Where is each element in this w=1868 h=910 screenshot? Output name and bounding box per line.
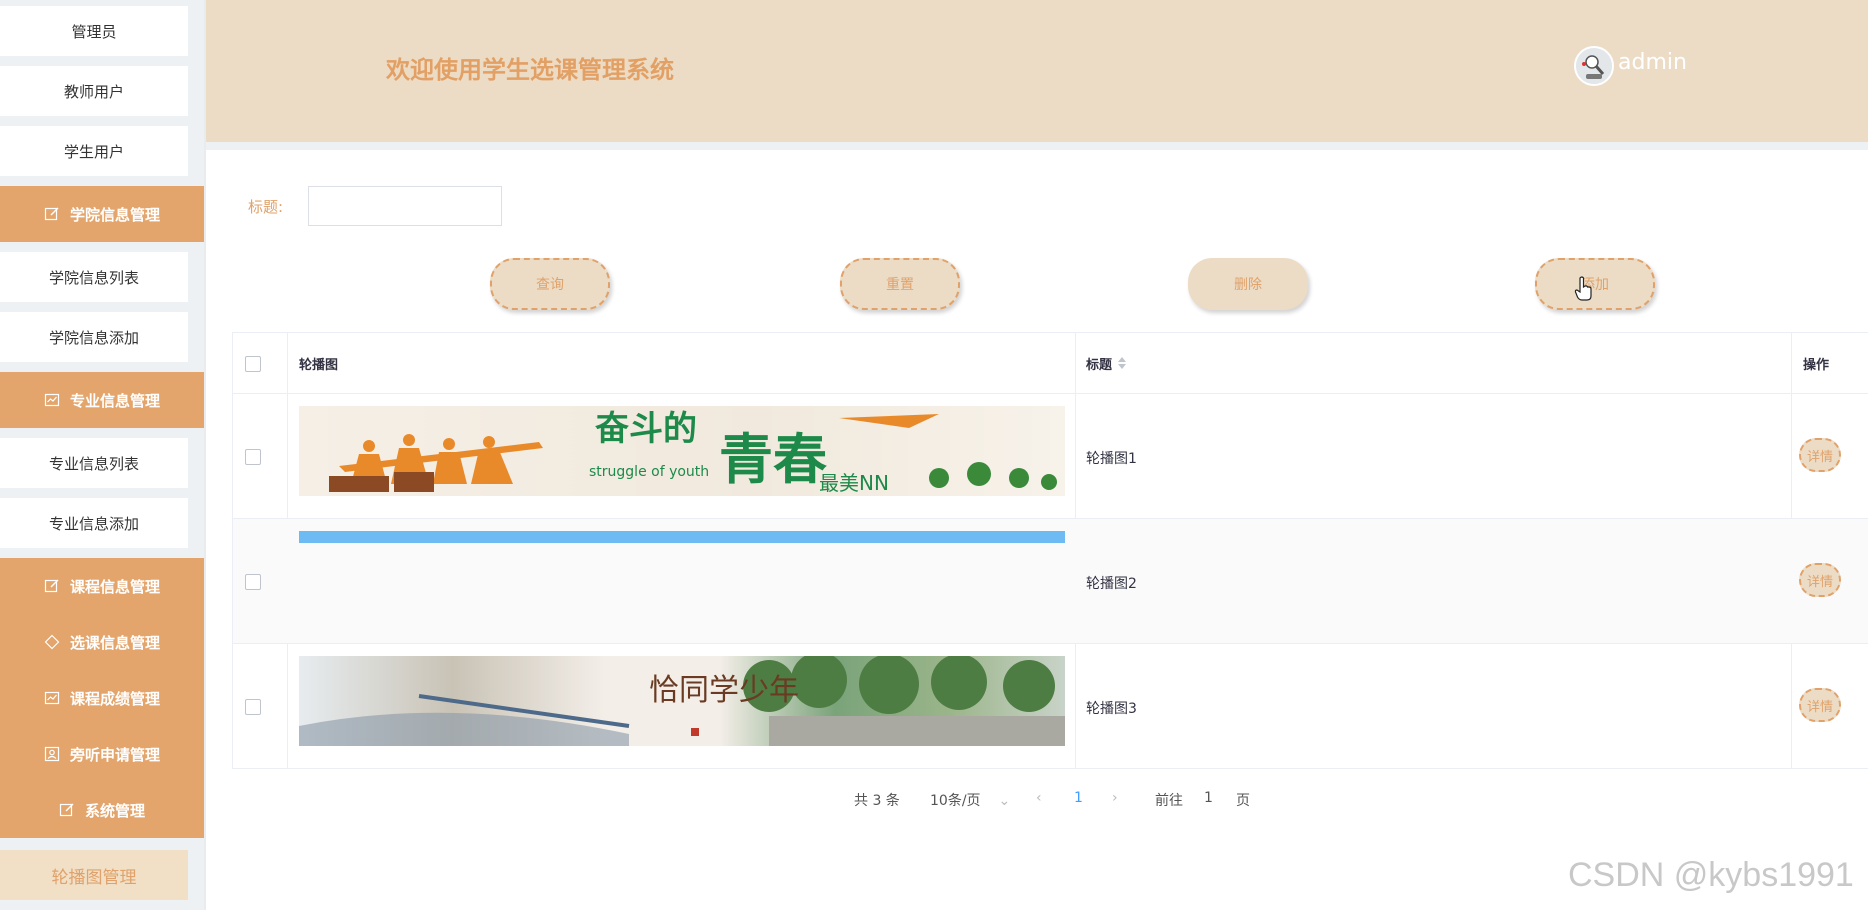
sidebar-item-label: 专业信息添加 [48, 514, 139, 533]
sidebar-section-system[interactable]: 系统管理 [0, 782, 204, 838]
banner-1-subheading: 最美NN [819, 471, 889, 495]
reset-button[interactable]: 重置 [840, 258, 960, 310]
sidebar-section-course-grades[interactable]: 课程成绩管理 [0, 670, 204, 726]
detail-button-label: 详情 [1806, 574, 1833, 590]
query-button[interactable]: 查询 [490, 258, 610, 310]
banner-1-heading-large: 青春 [719, 428, 827, 491]
watermark: CSDN @kybs1991 [1568, 856, 1854, 894]
sidebar-item-carousel[interactable]: 轮播图管理 [0, 850, 188, 900]
detail-button[interactable]: 详情 [1799, 688, 1841, 722]
page-title: 欢迎使用学生选课管理系统 [386, 56, 674, 84]
pagination-total: 共 3 条 [854, 793, 900, 809]
column-header-label: 轮播图 [299, 357, 339, 373]
table-row: 奋斗的 青春 最美NN struggle of youth 轮播图1 详情 [233, 393, 1868, 518]
sidebar-item-label: 轮播图管理 [51, 867, 137, 888]
sidebar-item-major-list[interactable]: 专业信息列表 [0, 438, 188, 488]
sidebar-section-label: 学院信息管理 [69, 205, 160, 224]
sidebar-item-label: 管理员 [71, 22, 117, 41]
row-title: 轮播图3 [1086, 701, 1137, 717]
goto-label: 前往 [1155, 793, 1183, 809]
query-button-label: 查询 [536, 277, 564, 293]
page-size-select[interactable]: 10条/页 ⌄ [930, 790, 1010, 810]
sidebar-section-label: 系统管理 [84, 801, 145, 820]
sidebar-section-label: 课程信息管理 [69, 577, 160, 596]
reset-button-label: 重置 [886, 277, 914, 293]
header-divider [206, 142, 1868, 150]
page-unit-label: 页 [1236, 793, 1250, 809]
row-title: 轮播图1 [1086, 451, 1137, 467]
sidebar-item-label: 学院信息列表 [48, 268, 139, 287]
sidebar-item-college-add[interactable]: 学院信息添加 [0, 312, 188, 362]
chart-icon [44, 392, 60, 408]
tag-icon [44, 634, 60, 650]
chevron-down-icon: ⌄ [998, 793, 1011, 809]
sidebar-item-teacher-users[interactable]: 教师用户 [0, 66, 188, 116]
column-header-label: 操作 [1803, 357, 1830, 373]
carousel-image-1: 奋斗的 青春 最美NN struggle of youth [299, 406, 1065, 496]
column-header-title[interactable]: 标题 [1086, 333, 1127, 393]
detail-button[interactable]: 详情 [1799, 438, 1841, 472]
sidebar-section-label: 专业信息管理 [69, 391, 160, 410]
avatar[interactable] [1574, 46, 1614, 86]
detail-button-label: 详情 [1806, 699, 1833, 715]
edit-icon [44, 206, 60, 222]
row-checkbox[interactable] [245, 699, 261, 715]
sidebar: 管理员 教师用户 学生用户 学院信息管理 学院信息列表 学院信息添加 专业信息管… [0, 0, 204, 910]
column-header-image: 轮播图 [299, 333, 338, 393]
sort-icon[interactable] [1118, 357, 1127, 369]
delete-button-label: 删除 [1234, 277, 1262, 293]
carousel-table: 轮播图 标题 操作 奋斗的 青春 最美NN struggle of youth … [232, 332, 1868, 769]
title-search-input[interactable] [308, 186, 502, 226]
sidebar-section-course-selection[interactable]: 选课信息管理 [0, 614, 204, 670]
banner-3-heading: 恰同学少年 [649, 673, 799, 708]
column-header-label: 标题 [1086, 357, 1113, 373]
prev-page-icon[interactable]: ‹ [1036, 790, 1042, 806]
sidebar-section-label: 选课信息管理 [69, 633, 160, 652]
goto-page-input[interactable]: 1 [1204, 790, 1213, 806]
banner-1-english: struggle of youth [589, 464, 709, 480]
sidebar-section-label: 旁听申请管理 [69, 745, 160, 764]
select-all-checkbox[interactable] [245, 356, 261, 372]
edit-icon [44, 578, 60, 594]
delete-button[interactable]: 删除 [1188, 258, 1308, 310]
sidebar-item-label: 专业信息列表 [48, 454, 139, 473]
banner-1-heading: 奋斗的 [595, 409, 697, 449]
add-button[interactable]: 添加 [1535, 258, 1655, 310]
page-size-label: 10条/页 [930, 793, 981, 809]
sidebar-section-college-info[interactable]: 学院信息管理 [0, 186, 204, 242]
sidebar-section-label: 课程成绩管理 [69, 689, 160, 708]
chart-icon [44, 690, 60, 706]
row-checkbox[interactable] [245, 574, 261, 590]
sidebar-item-label: 教师用户 [63, 82, 124, 101]
sidebar-item-college-list[interactable]: 学院信息列表 [0, 252, 188, 302]
detail-button-label: 详情 [1806, 449, 1833, 465]
header: 欢迎使用学生选课管理系统 admin [206, 0, 1868, 142]
user-card-icon [44, 746, 60, 762]
row-checkbox[interactable] [245, 449, 261, 465]
detail-button[interactable]: 详情 [1799, 563, 1841, 597]
sidebar-section-course-info[interactable]: 课程信息管理 [0, 558, 204, 614]
column-header-actions: 操作 [1803, 333, 1829, 393]
row-title: 轮播图2 [1086, 576, 1137, 592]
sidebar-item-label: 学院信息添加 [48, 328, 139, 347]
sidebar-item-label: 学生用户 [63, 142, 124, 161]
edit-icon [59, 802, 75, 818]
avatar-icon [1576, 48, 1612, 84]
table-row: 恰同学少年 轮播图3 详情 [233, 643, 1868, 768]
sidebar-item-major-add[interactable]: 专业信息添加 [0, 498, 188, 548]
username[interactable]: admin [1618, 50, 1687, 75]
carousel-image-2 [299, 531, 1065, 543]
next-page-icon[interactable]: › [1112, 790, 1118, 806]
carousel-image-3: 恰同学少年 [299, 656, 1065, 746]
table-row: 轮播图2 详情 [233, 518, 1868, 643]
current-page[interactable]: 1 [1074, 790, 1083, 806]
hand-cursor-icon [1574, 276, 1592, 301]
table-bottom-border [232, 768, 1868, 769]
title-label: 标题: [248, 198, 284, 216]
sidebar-item-admin[interactable]: 管理员 [0, 6, 188, 56]
sidebar-section-major-info[interactable]: 专业信息管理 [0, 372, 204, 428]
sidebar-section-audit-application[interactable]: 旁听申请管理 [0, 726, 204, 782]
sidebar-item-student-users[interactable]: 学生用户 [0, 126, 188, 176]
